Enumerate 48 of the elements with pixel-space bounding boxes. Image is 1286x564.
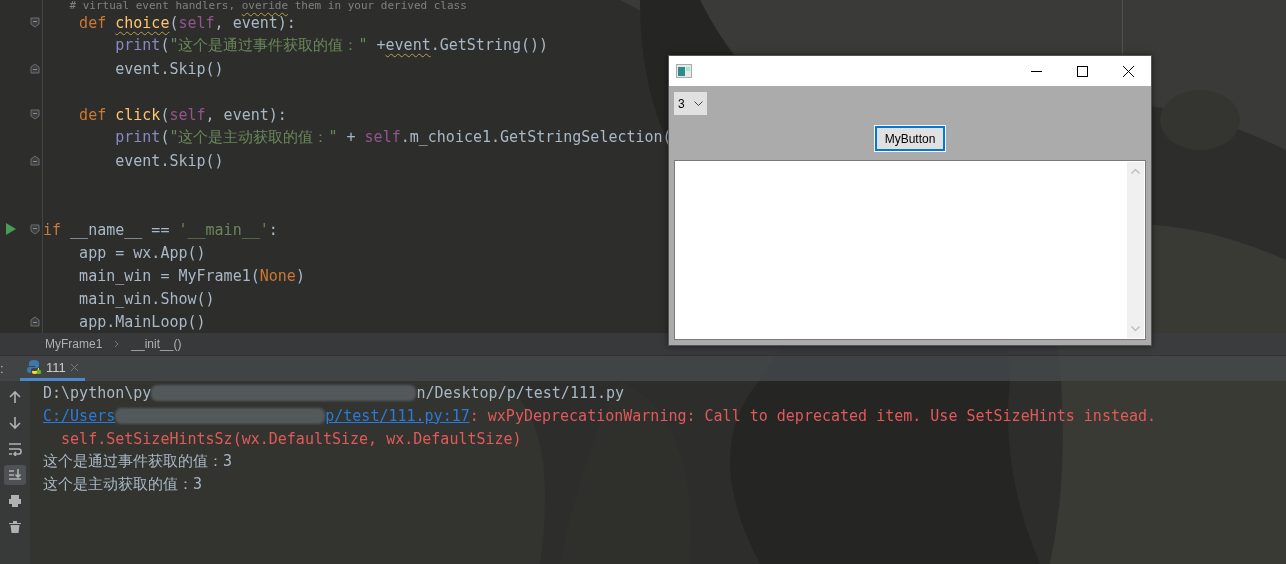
arrow-down-icon: [8, 416, 22, 430]
code-line: app.MainLoop(): [78, 312, 206, 331]
app-icon: [676, 64, 692, 78]
code-line: def click(self, event):: [78, 105, 287, 124]
run-icon[interactable]: [6, 223, 16, 235]
maximize-icon[interactable]: [1076, 65, 1088, 77]
error-text: self.SetSizeHintsSz(wx.DefaultSize, wx.DefaultSize): [60, 429, 522, 448]
code-line: main_win = MyFrame1(None): [78, 266, 305, 285]
run-tab[interactable]: 111: [20, 356, 85, 381]
trash-icon: [8, 520, 22, 534]
fold-end-icon[interactable]: [30, 63, 40, 74]
code-line: print("这个是通过事件获取的值：" +event.GetString()): [114, 36, 549, 55]
console-text: n/Desktop/p/test/111.py: [416, 383, 625, 402]
error-text: : wxPyDeprecationWarning: Call to deprecated item. Use SetSizeHints instead.: [469, 406, 1157, 425]
fold-end-icon[interactable]: [30, 155, 40, 166]
scroll-up-icon: [1131, 168, 1140, 174]
breadcrumb[interactable]: __init__(): [131, 337, 182, 351]
code-line: # virtual event handlers, overide them in your derived class: [68, 0, 467, 11]
close-icon: [69, 362, 79, 372]
close-icon[interactable]: [1122, 65, 1134, 77]
my-button[interactable]: MyButton: [874, 126, 946, 151]
console-tool-button[interactable]: [4, 465, 26, 485]
code-line: print("这个是主动获取的值：" + self.m_choice1.GetStringSelection(: [114, 128, 672, 147]
code-line: app = wx.App(): [78, 243, 206, 262]
code-line: def choice(self, event):: [78, 13, 296, 32]
printer-icon: [8, 494, 22, 508]
code-line: if __name__ == '__main__':: [43, 220, 278, 239]
wrap-icon: [8, 442, 22, 456]
scroll-down-icon: [1131, 326, 1140, 332]
panel-label: :: [0, 360, 5, 378]
code-line: event.Skip(): [114, 59, 224, 78]
fold-start-icon[interactable]: [30, 224, 40, 235]
code-line: event.Skip(): [114, 151, 224, 170]
fold-start-icon[interactable]: [30, 17, 40, 28]
caret-icon[interactable]: [694, 100, 703, 107]
python-icon: [26, 359, 42, 375]
fold-start-icon[interactable]: [30, 109, 40, 120]
breadcrumb[interactable]: MyFrame1: [45, 337, 103, 351]
console-text: D:\python\py: [43, 383, 152, 402]
console-text: 这个是主动获取的值：3: [43, 475, 203, 494]
file-link[interactable]: p/test/111.py:17: [325, 406, 470, 425]
fold-end-icon[interactable]: [30, 316, 40, 327]
file-link[interactable]: C:/Users: [43, 406, 116, 425]
console-text: 这个是通过事件获取的值：3: [43, 452, 233, 471]
code-line: main_win.Show(): [78, 289, 215, 308]
scroll-to-end-icon: [8, 468, 22, 482]
arrow-up-icon: [8, 390, 22, 404]
choice-dropdown[interactable]: 3: [674, 92, 707, 115]
